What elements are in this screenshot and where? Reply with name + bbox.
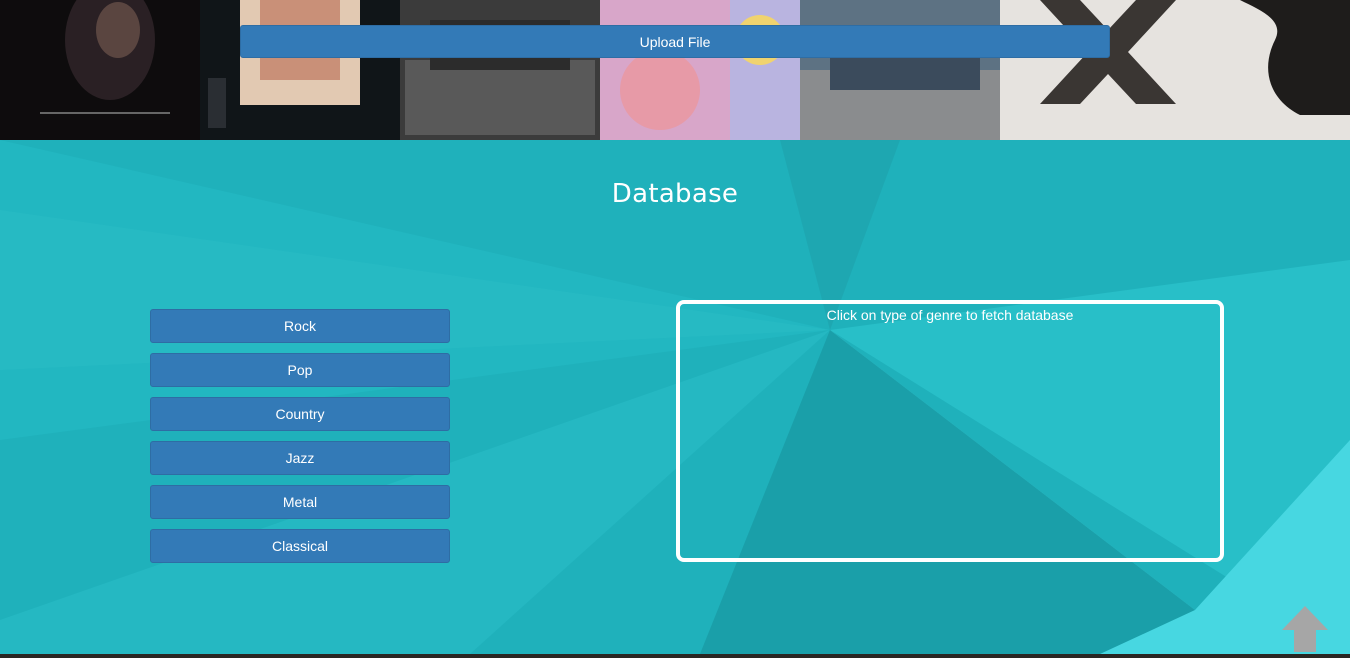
genre-button-rock[interactable]: Rock	[150, 309, 450, 343]
footer-strip	[0, 654, 1350, 658]
genre-button-jazz[interactable]: Jazz	[150, 441, 450, 475]
genre-button-classical[interactable]: Classical	[150, 529, 450, 563]
album-cover-banner: Upload File	[0, 0, 1350, 140]
scroll-to-top-arrow-icon[interactable]	[1282, 606, 1328, 652]
genre-button-pop[interactable]: Pop	[150, 353, 450, 387]
database-result-panel: Click on type of genre to fetch database	[676, 300, 1224, 562]
database-title: Database	[611, 179, 739, 209]
genre-button-list: Rock Pop Country Jazz Metal Classical	[150, 309, 450, 573]
genre-button-metal[interactable]: Metal	[150, 485, 450, 519]
upload-file-button[interactable]: Upload File	[240, 25, 1110, 58]
album-collage-image	[0, 0, 1350, 140]
genre-button-country[interactable]: Country	[150, 397, 450, 431]
database-section: Database Rock Pop Country Jazz Metal Cla…	[0, 140, 1350, 654]
result-placeholder-text: Click on type of genre to fetch database	[826, 307, 1074, 323]
